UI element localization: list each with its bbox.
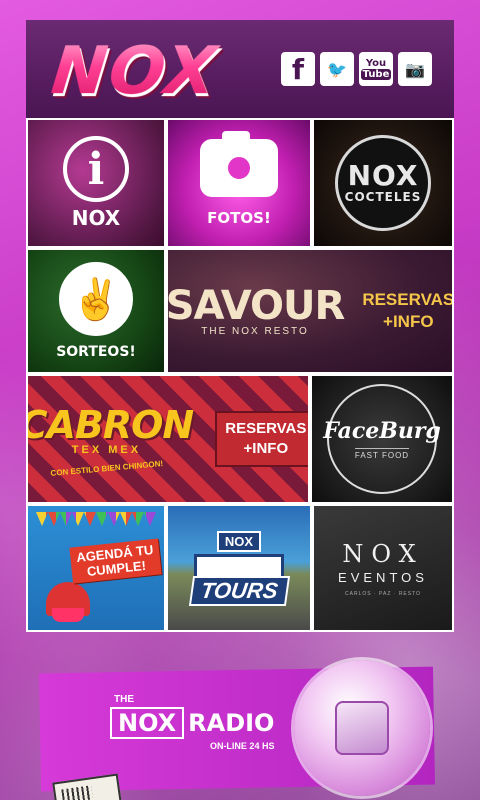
bunting-flags <box>36 512 156 526</box>
cupcake-icon <box>46 582 90 622</box>
tile-savour[interactable]: SAVOUR THE NOX RESTO RESERVAS +INFO <box>168 250 452 372</box>
faceburg-logo: FaceBurg FAST FOOD <box>323 384 441 494</box>
tile-info-label: NOX <box>71 206 121 230</box>
tours-word: TOURS <box>188 575 290 606</box>
cabron-tagline: CON ESTILO BIEN CHINGON! <box>49 458 164 478</box>
radio-logo: THE NOX RADIO ON-LINE 24 HS <box>110 694 274 751</box>
camera-icon <box>200 131 278 197</box>
cocteles-label: COCTELES <box>344 190 422 204</box>
youtube-icon[interactable]: You Tube <box>359 52 393 86</box>
radio-online: ON-LINE 24 HS <box>209 741 275 751</box>
tours-logo: NOX TOURS <box>188 530 290 606</box>
cabron-reservas-button[interactable]: RESERVAS +INFO <box>215 411 308 467</box>
header: NOX f 🐦 You Tube 📷 <box>26 20 454 118</box>
faceburg-title: FaceBurg <box>323 418 441 444</box>
tile-sorteos-label: SORTEOS! <box>56 344 136 360</box>
faceburg-sub: FAST FOOD <box>354 448 410 460</box>
savour-reservas-button[interactable]: RESERVAS +INFO <box>362 289 452 333</box>
tile-faceburg[interactable]: FaceBurg FAST FOOD <box>312 376 452 502</box>
cocteles-logo: NOX COCTELES <box>335 135 431 231</box>
tile-info[interactable]: i NOX <box>28 120 164 246</box>
eventos-tiny: CARLOS · PAZ · RESTO <box>345 590 421 597</box>
tile-cocteles[interactable]: NOX COCTELES <box>314 120 452 246</box>
savour-cta-line1: RESERVAS <box>362 290 452 309</box>
radio-nox: NOX <box>110 707 185 739</box>
tours-nox: NOX <box>216 530 262 552</box>
tile-fotos-label: FOTOS! <box>207 209 271 227</box>
radio-the: THE <box>114 694 134 705</box>
tile-cumple[interactable]: AGENDÁ TU CUMPLE! <box>28 506 164 630</box>
fingers-crossed-icon: ✌ <box>59 262 133 336</box>
info-icon: i <box>63 136 129 202</box>
cumple-label: AGENDÁ TU CUMPLE! <box>69 538 163 584</box>
radio-play-button[interactable] <box>294 660 430 796</box>
menu-frame: NOX f 🐦 You Tube 📷 i NOX FOTOS! NOX COCT… <box>26 20 454 632</box>
tile-sorteos[interactable]: ✌ SORTEOS! <box>28 250 164 372</box>
facebook-icon[interactable]: f <box>281 52 315 86</box>
twitter-icon[interactable]: 🐦 <box>320 52 354 86</box>
youtube-tube: Tube <box>360 69 392 80</box>
cabron-cta-line2: +INFO <box>243 440 289 457</box>
savour-title: SAVOUR <box>168 282 345 329</box>
tile-fotos[interactable]: FOTOS! <box>168 120 310 246</box>
tile-eventos[interactable]: NOX EVENTOS CARLOS · PAZ · RESTO <box>314 506 452 630</box>
social-links: f 🐦 You Tube 📷 <box>281 52 432 86</box>
radio-word: RADIO <box>188 709 275 737</box>
instagram-icon[interactable]: 📷 <box>398 52 432 86</box>
savour-cta-line2: +INFO <box>383 312 434 331</box>
cabron-title: CABRON <box>28 402 194 447</box>
stop-icon <box>335 701 389 755</box>
cabron-cta-line1: RESERVAS <box>225 420 307 437</box>
brand-logo: NOX <box>47 32 222 109</box>
eventos-logo: NOX EVENTOS CARLOS · PAZ · RESTO <box>338 540 428 597</box>
cocteles-nox: NOX <box>347 159 419 192</box>
eventos-label: EVENTOS <box>338 569 428 585</box>
tile-tours[interactable]: NOX TOURS <box>168 506 310 630</box>
eventos-nox: NOX <box>342 539 424 568</box>
youtube-you: You <box>365 58 387 69</box>
radio-section: THE NOX RADIO ON-LINE 24 HS <box>0 640 480 800</box>
tile-cabron[interactable]: CABRON TEX MEX CON ESTILO BIEN CHINGON! … <box>28 376 308 502</box>
